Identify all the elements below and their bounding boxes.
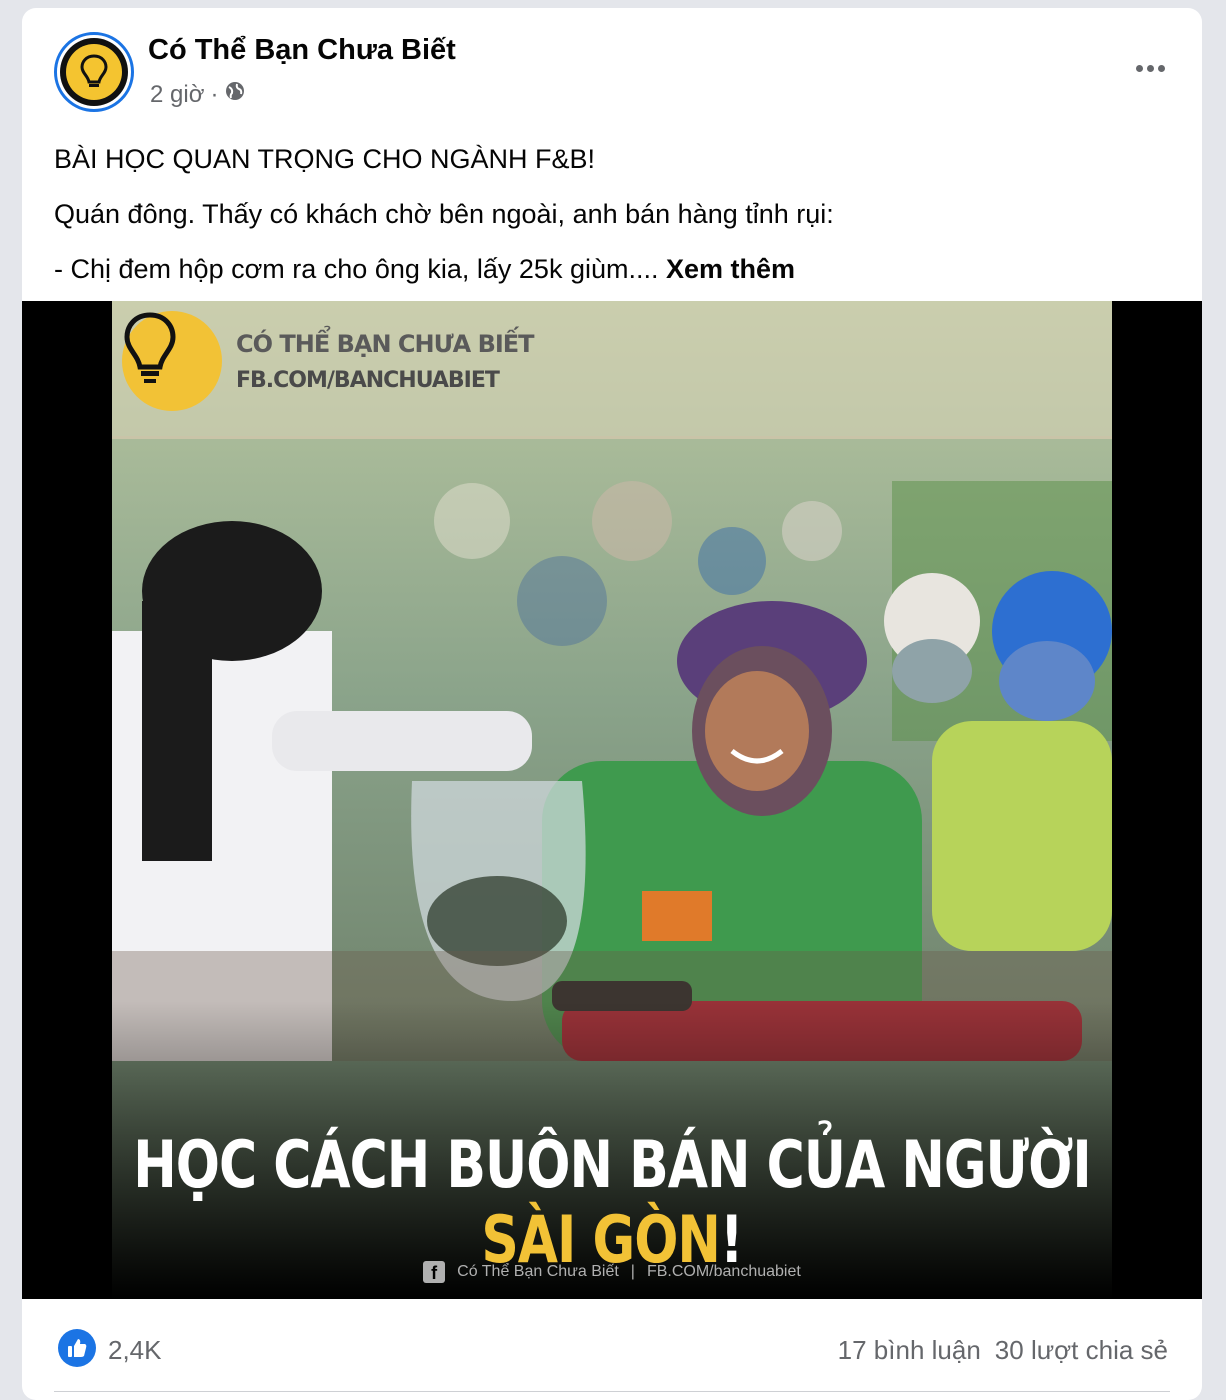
post-line-2: Quán đông. Thấy có khách chờ bên ngoài, … (54, 199, 834, 229)
dot-icon (1135, 64, 1143, 72)
like-icon[interactable] (58, 1329, 96, 1367)
headline-main: HỌC CÁCH BUÔN BÁN CỦA NGƯỜI (133, 1128, 1092, 1203)
credit-separator: | (630, 1263, 635, 1280)
post-line-1: BÀI HỌC QUAN TRỌNG CHO NGÀNH F&B! (54, 144, 596, 174)
brand-text: CÓ THỂ BẠN CHƯA BIẾT FB.COM/BANCHUABIET (236, 329, 535, 393)
post-stats: 2,4K 17 bình luận 30 lượt chia sẻ (22, 1299, 1202, 1389)
engagement-counts: 17 bình luận 30 lượt chia sẻ (838, 1335, 1168, 1366)
lightbulb-logo-icon (66, 44, 122, 100)
post-time[interactable]: 2 giờ (150, 81, 204, 109)
post-photo[interactable]: CÓ THỂ BẠN CHƯA BIẾT FB.COM/BANCHUABIET … (112, 301, 1112, 1299)
post-header: Có Thể Bạn Chưa Biết 2 giờ · (22, 8, 1202, 128)
dot-icon (1157, 64, 1165, 72)
dot-icon (1146, 64, 1154, 72)
credit-url: FB.COM/banchuabiet (646, 1263, 801, 1280)
comment-count[interactable]: 17 bình luận (838, 1335, 981, 1366)
page-avatar[interactable] (54, 32, 134, 112)
watermark-brand: CÓ THỂ BẠN CHƯA BIẾT FB.COM/BANCHUABIET (122, 311, 535, 411)
share-count[interactable]: 30 lượt chia sẻ (995, 1335, 1168, 1366)
brand-url: FB.COM/BANCHUABIET (236, 367, 500, 393)
image-headline: HỌC CÁCH BUÔN BÁN CỦA NGƯỜI SÀI GÒN! (112, 1128, 1112, 1278)
avatar-frame (60, 38, 128, 106)
see-more-link[interactable]: Xem thêm (666, 254, 795, 284)
meta-separator: · (210, 80, 219, 108)
page-name-link[interactable]: Có Thể Bạn Chưa Biết (148, 34, 456, 67)
post-line-3-text: - Chị đem hộp cơm ra cho ông kia, lấy 25… (54, 254, 666, 284)
post-meta: 2 giờ · (150, 80, 246, 109)
post-text: BÀI HỌC QUAN TRỌNG CHO NGÀNH F&B! Quán đ… (54, 132, 1174, 297)
facebook-icon: f (423, 1261, 446, 1283)
post-media[interactable]: CÓ THỂ BẠN CHƯA BIẾT FB.COM/BANCHUABIET … (22, 301, 1202, 1299)
globe-icon[interactable] (224, 80, 246, 109)
reaction-count[interactable]: 2,4K (108, 1335, 162, 1366)
lightbulb-logo-icon (122, 311, 222, 411)
divider (54, 1391, 1170, 1392)
brand-title: CÓ THỂ BẠN CHƯA BIẾT (236, 329, 535, 358)
credit-page: Có Thể Bạn Chưa Biết (457, 1263, 619, 1280)
post-line-3: - Chị đem hộp cơm ra cho ông kia, lấy 25… (54, 242, 1174, 297)
post-card: Có Thể Bạn Chưa Biết 2 giờ · BÀI HỌC QUA… (22, 8, 1202, 1400)
more-options-button[interactable] (1128, 50, 1172, 86)
image-credit: f Có Thể Bạn Chưa Biết | FB.COM/banchuab… (112, 1261, 1112, 1283)
